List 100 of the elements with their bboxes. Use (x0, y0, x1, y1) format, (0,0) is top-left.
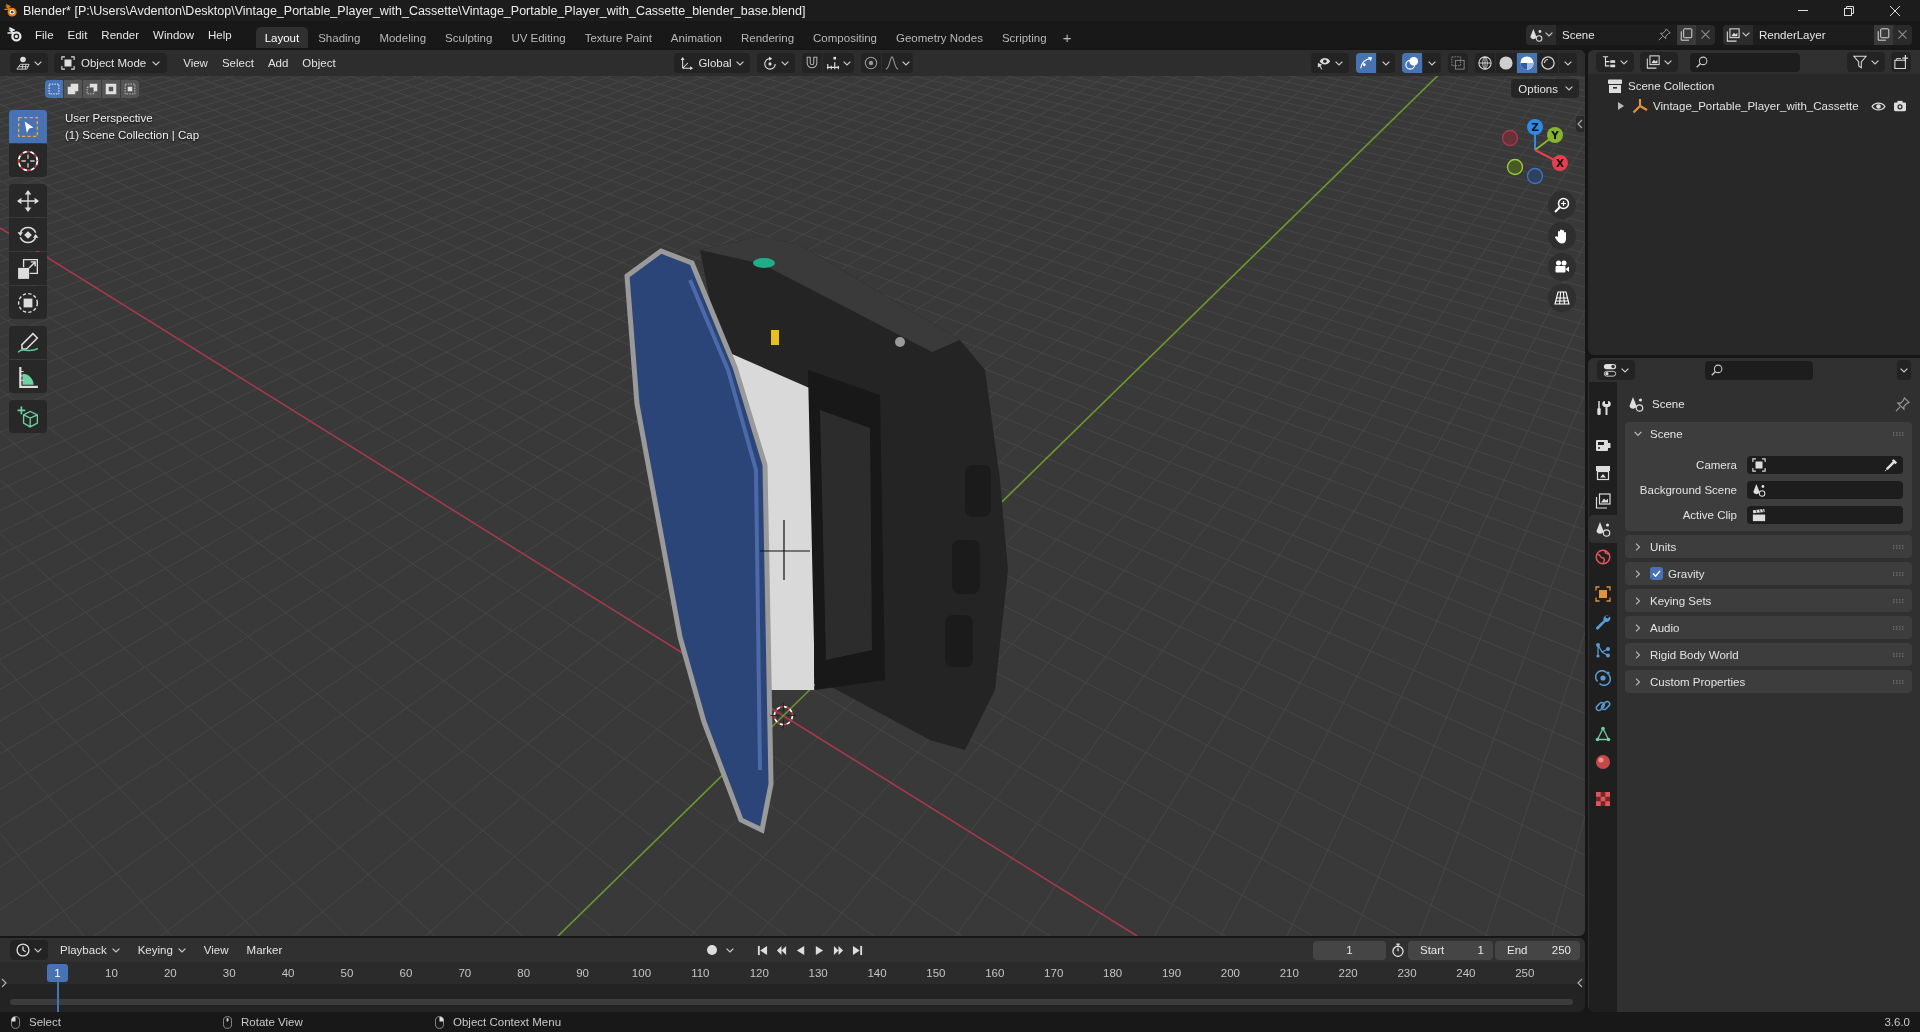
cursor-tool[interactable] (9, 144, 47, 177)
drag-handle-icon[interactable] (1893, 652, 1904, 657)
drag-handle-icon[interactable] (1893, 571, 1904, 576)
shading-mode-button[interactable] (1517, 53, 1537, 73)
editor-type-button[interactable] (10, 53, 48, 73)
axis-handle[interactable]: X (1534, 149, 1568, 171)
scrollbar[interactable] (10, 999, 1573, 1005)
outliner-item[interactable]: Scene Collection (1628, 80, 1715, 92)
snap-target-dropdown[interactable] (823, 53, 854, 73)
search-field[interactable] (1690, 52, 1800, 72)
view-layer-name-field[interactable]: RenderLayer (1753, 24, 1874, 45)
workspace-tab[interactable]: Rendering (732, 27, 804, 48)
background-scene-field[interactable] (1747, 480, 1903, 499)
chevron-icon[interactable] (1634, 430, 1642, 437)
workspace-tab[interactable]: Compositing (804, 27, 886, 48)
shading-mode-button[interactable] (1496, 53, 1516, 73)
falloff-dropdown[interactable] (882, 53, 913, 73)
outliner-item[interactable]: Vintage_Portable_Player_with_Cassette (1653, 100, 1859, 112)
zoom-button[interactable] (1548, 191, 1576, 219)
region-toggle[interactable] (0, 976, 8, 990)
new-collection-button[interactable] (1891, 52, 1911, 72)
pivot-dropdown[interactable] (757, 53, 795, 73)
menu-item[interactable]: Add (260, 53, 296, 73)
sidebar-toggle[interactable] (1576, 116, 1584, 132)
selection-mode-button[interactable] (102, 79, 120, 98)
eyedropper-icon[interactable] (1884, 457, 1898, 472)
mode-dropdown[interactable]: Object Mode (54, 53, 168, 73)
move-tool[interactable] (9, 184, 47, 217)
snap-toggle[interactable] (802, 53, 822, 73)
menu-item[interactable]: Edit (60, 23, 95, 46)
overlay-menu-button[interactable] (1423, 53, 1441, 73)
menu-item[interactable]: View (197, 940, 235, 960)
checkbox[interactable] (1650, 567, 1663, 580)
panel-title[interactable]: Keying Sets (1650, 594, 1712, 607)
gizmo-toggle[interactable] (1356, 53, 1376, 73)
chevron-icon[interactable] (1635, 596, 1641, 605)
drag-handle-icon[interactable] (1893, 598, 1904, 603)
panel-title[interactable]: Gravity (1668, 567, 1705, 580)
display-mode-dropdown[interactable] (1640, 52, 1678, 72)
duplicate-view-layer-button[interactable] (1874, 24, 1893, 45)
filter-dropdown[interactable] (1847, 52, 1885, 72)
view-layer-browse-button[interactable] (1723, 24, 1753, 45)
scale-tool[interactable] (9, 252, 47, 285)
add-cube-tool[interactable] (9, 400, 47, 433)
search-field[interactable] (1705, 360, 1813, 380)
workspace-tab[interactable]: Layout (255, 27, 309, 48)
playhead-frame[interactable]: 1 (47, 964, 68, 982)
visibility-dropdown[interactable] (1311, 53, 1349, 73)
rotate-tool[interactable] (9, 218, 47, 251)
selection-mode-button[interactable] (64, 79, 82, 98)
workspace-tab[interactable]: Geometry Nodes (887, 27, 992, 48)
orientation-dropdown[interactable]: Global (674, 53, 750, 73)
current-frame-field[interactable]: 1 (1313, 940, 1386, 960)
chevron-icon[interactable] (1635, 677, 1641, 686)
annotate-tool[interactable] (9, 326, 47, 359)
drag-handle-icon[interactable] (1893, 625, 1904, 630)
overlay-toggle[interactable] (1402, 53, 1422, 73)
disclosure-triangle-icon[interactable] (1618, 102, 1624, 110)
chevron-icon[interactable] (1635, 542, 1641, 551)
workspace-tab[interactable]: Shading (309, 27, 370, 48)
panel-title[interactable]: Rigid Body World (1650, 648, 1739, 661)
drag-handle-icon[interactable] (1893, 544, 1904, 549)
axis-handle[interactable] (1526, 167, 1544, 185)
duplicate-scene-button[interactable] (1677, 24, 1696, 45)
shading-mode-button[interactable] (1538, 53, 1558, 73)
remove-scene-button[interactable] (1696, 24, 1715, 45)
workspace-tab[interactable]: Texture Paint (575, 27, 661, 48)
region-toggle[interactable] (1576, 976, 1584, 990)
3d-viewport[interactable]: Object Mode View Select Add Object Global Options User Perspective (1) Scene Collection | Cap Z Y X (0, 50, 1585, 936)
shading-mode-button[interactable] (1475, 53, 1495, 73)
camera-view-button[interactable] (1548, 253, 1576, 281)
transform-tool[interactable] (9, 286, 47, 319)
drag-handle-icon[interactable] (1893, 679, 1904, 684)
end-frame-field[interactable]: End 250 (1495, 940, 1580, 960)
perspective-toggle[interactable] (1548, 284, 1576, 312)
chevron-icon[interactable] (1635, 650, 1641, 659)
panel-title[interactable]: Audio (1650, 621, 1680, 634)
pin-button[interactable] (1895, 396, 1910, 412)
add-workspace-button[interactable]: + (1056, 27, 1078, 48)
drag-handle-icon[interactable] (1893, 431, 1904, 436)
menu-item[interactable]: Window (146, 23, 201, 46)
menu-item[interactable]: Playback (54, 940, 126, 960)
proportional-editing-toggle[interactable] (861, 53, 881, 73)
axis-handle[interactable] (1501, 129, 1519, 147)
editor-type-button[interactable] (1596, 52, 1634, 72)
menu-item[interactable]: Render (94, 23, 147, 46)
workspace-tab[interactable]: Animation (661, 27, 731, 48)
preview-range-toggle[interactable] (1390, 940, 1406, 960)
remove-view-layer-button[interactable] (1893, 24, 1912, 45)
scene-name-field[interactable]: Scene (1556, 24, 1677, 45)
chevron-icon[interactable] (1635, 623, 1641, 632)
axis-handle[interactable] (1506, 158, 1524, 176)
selection-mode-button[interactable] (121, 79, 139, 98)
scene-browse-button[interactable] (1526, 24, 1556, 45)
menu-item[interactable]: Object (295, 53, 343, 73)
selection-mode-button[interactable] (83, 79, 101, 98)
panel-title[interactable]: Units (1650, 540, 1677, 553)
menu-item[interactable]: Marker (240, 940, 289, 960)
menu-item[interactable]: Help (201, 23, 239, 46)
active-clip-field[interactable] (1747, 505, 1903, 524)
